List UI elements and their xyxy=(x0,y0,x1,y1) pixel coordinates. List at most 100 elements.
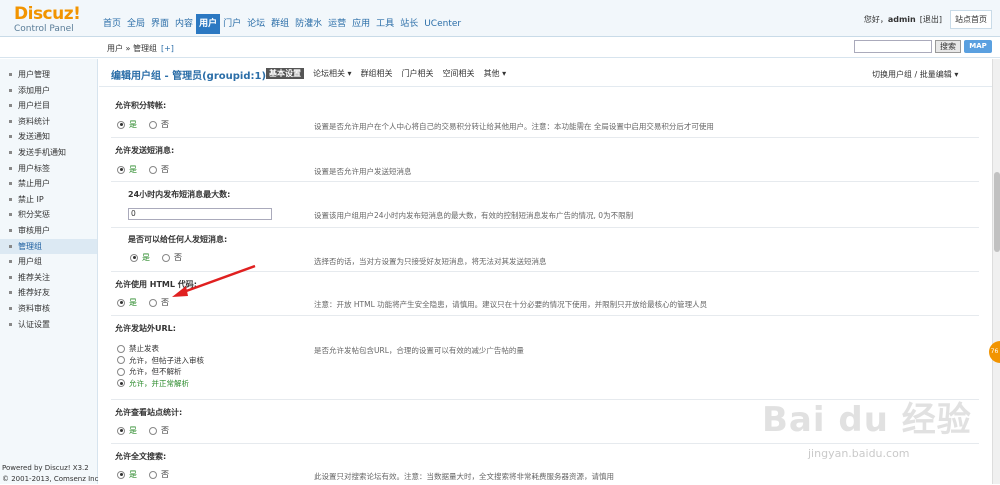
no-label: 否 xyxy=(161,120,169,129)
bullet-icon xyxy=(9,197,12,201)
topnav-item[interactable]: 门户 xyxy=(220,14,244,34)
radio-yes[interactable] xyxy=(117,298,125,307)
sidebar-item-label: 用户管理 xyxy=(18,70,50,79)
radio-yes[interactable] xyxy=(130,253,138,262)
setting-url: 允许发站外URL: 禁止发表 允许，但帖子进入审核 允许，但不解析 允许，并正常解析 … xyxy=(111,317,979,400)
setting-description: 设置是否允许用户发送短消息 xyxy=(314,167,412,176)
sidebar-item[interactable]: 积分奖惩 xyxy=(0,207,97,223)
radio-yes[interactable] xyxy=(117,470,125,479)
scrollbar-thumb[interactable] xyxy=(994,172,1000,252)
setting-title: 允许发站外URL: xyxy=(115,324,176,333)
arrow-shaft xyxy=(177,264,256,296)
add-shortcut-link[interactable]: [+] xyxy=(161,44,174,53)
sub-tab[interactable]: 基本设置 xyxy=(266,68,304,79)
radio-button[interactable] xyxy=(117,367,125,376)
yes-label: 是 xyxy=(129,470,137,479)
top-header: Discuz! Control Panel 首页 全局 界面 内容 用户 门户 论坛 群组 防灌… xyxy=(0,0,1000,37)
setting-description: 是否允许发帖包含URL，合理的设置可以有效的减少广告帖的量 xyxy=(314,346,524,355)
sidebar-item-label: 用户栏目 xyxy=(18,101,50,111)
sidebar-item[interactable]: 用户标签 xyxy=(0,161,97,177)
sidebar-item[interactable]: 用户栏目 xyxy=(0,98,97,114)
radio-no[interactable] xyxy=(149,298,157,307)
sub-tab[interactable]: 其他 ▾ xyxy=(484,68,507,79)
url-option[interactable]: 允许，并正常解析 xyxy=(117,378,204,390)
radio-yes[interactable] xyxy=(117,426,125,435)
setting-title: 是否可以给任何人发短消息: xyxy=(128,235,228,244)
bullet-icon xyxy=(9,104,12,108)
radio-no[interactable] xyxy=(149,426,157,435)
radio-yes[interactable] xyxy=(117,120,125,129)
search-button[interactable]: 搜索 xyxy=(935,40,961,53)
topnav-item[interactable]: 论坛 xyxy=(244,14,268,34)
search-input[interactable] xyxy=(854,40,932,53)
radio-no[interactable] xyxy=(149,470,157,479)
topnav-item[interactable]: 界面 xyxy=(148,14,172,34)
sidebar-item-label: 用户标签 xyxy=(18,163,50,173)
radio-button[interactable] xyxy=(117,344,125,353)
logout-link[interactable]: [退出] xyxy=(920,14,942,25)
sidebar-item[interactable]: 资料统计 xyxy=(0,114,97,130)
sidebar-item[interactable]: 管理组 xyxy=(0,238,97,255)
topnav-item[interactable]: 防灌水 xyxy=(292,14,325,34)
topnav-item[interactable]: 运营 xyxy=(325,14,349,34)
sidebar-item[interactable]: 发送通知 xyxy=(0,129,97,145)
topnav-item[interactable]: UCenter xyxy=(421,14,464,34)
breadcrumb: 用户 » 管理组 [+] xyxy=(107,43,174,54)
sub-tab[interactable]: 空间相关 xyxy=(443,68,475,79)
username: admin xyxy=(887,15,916,24)
radio-no[interactable] xyxy=(149,165,157,174)
topnav-item[interactable]: 工具 xyxy=(373,14,397,34)
setting-transfer: 允许积分转帐: 是 否 设置是否允许用户在个人中心将自己的交易积分转让给其他用户… xyxy=(111,95,979,138)
radio-no[interactable] xyxy=(162,253,170,262)
switch-group-link[interactable]: 切换用户组 / 批量编辑 ▾ xyxy=(872,69,958,80)
setting-title: 允许积分转帐: xyxy=(115,101,167,110)
no-label: 否 xyxy=(161,470,169,479)
url-option[interactable]: 允许，但帖子进入审核 xyxy=(117,355,204,367)
sub-tab[interactable]: 门户相关 xyxy=(402,68,434,79)
page-scrollbar[interactable] xyxy=(992,59,1000,484)
sidebar-item-label: 认证设置 xyxy=(18,319,50,329)
bullet-icon xyxy=(9,135,12,139)
pm-max-input[interactable]: 0 xyxy=(128,208,272,220)
yes-label: 是 xyxy=(129,120,137,129)
url-option[interactable]: 禁止发表 xyxy=(117,343,204,355)
radio-yes[interactable] xyxy=(117,165,125,174)
sub-tab[interactable]: 论坛相关 ▾ xyxy=(313,68,352,79)
sidebar-item[interactable]: 禁止 IP xyxy=(0,192,97,208)
breadcrumb-path: 用户 » 管理组 xyxy=(107,44,157,53)
sub-bar: 用户 » 管理组 [+] 搜索 MAP xyxy=(0,37,1000,58)
sub-tab[interactable]: 群组相关 xyxy=(361,68,393,79)
sidebar-item[interactable]: 用户管理 xyxy=(0,67,97,83)
sidebar-item-label: 资料统计 xyxy=(18,116,50,126)
sidebar-item[interactable]: 推荐关注 xyxy=(0,270,97,286)
topnav-item[interactable]: 应用 xyxy=(349,14,373,34)
topnav-item[interactable]: 全局 xyxy=(124,14,148,34)
topnav-item[interactable]: 群组 xyxy=(268,14,292,34)
topnav-item[interactable]: 内容 xyxy=(172,14,196,34)
radio-button[interactable] xyxy=(117,356,125,365)
sidebar-item[interactable]: 认证设置 xyxy=(0,317,97,333)
bullet-icon xyxy=(9,244,12,248)
setting-description: 设置是否允许用户在个人中心将自己的交易积分转让给其他用户。注意：本功能需在 全局… xyxy=(314,122,714,131)
topnav-item[interactable]: 用户 xyxy=(196,14,221,34)
bullet-icon xyxy=(9,306,12,310)
topnav-item[interactable]: 首页 xyxy=(100,14,124,34)
site-home-button[interactable]: 站点首页 xyxy=(950,10,992,29)
radio-no[interactable] xyxy=(149,120,157,129)
sidebar-item[interactable]: 添加用户 xyxy=(0,83,97,99)
discuz-logo[interactable]: Discuz! Control Panel xyxy=(14,5,84,35)
setting-description: 选择否的话，当对方设置为只接受好友短消息，将无法对其发送短消息 xyxy=(314,257,547,266)
url-option[interactable]: 允许，但不解析 xyxy=(117,366,204,378)
sidebar-item[interactable]: 审核用户 xyxy=(0,223,97,239)
map-button[interactable]: MAP xyxy=(964,40,992,53)
sidebar-item[interactable]: 发送手机通知 xyxy=(0,145,97,161)
sidebar-item[interactable]: 用户组 xyxy=(0,254,97,270)
bullet-icon xyxy=(9,213,12,217)
sidebar-item-label: 管理组 xyxy=(18,241,42,251)
topnav-item[interactable]: 站长 xyxy=(397,14,421,34)
sidebar-item[interactable]: 资料审核 xyxy=(0,301,97,317)
sidebar-item[interactable]: 推荐好友 xyxy=(0,285,97,301)
radio-button[interactable] xyxy=(117,379,125,388)
setting-title: 允许查看站点统计: xyxy=(115,408,183,417)
sidebar-item[interactable]: 禁止用户 xyxy=(0,176,97,192)
